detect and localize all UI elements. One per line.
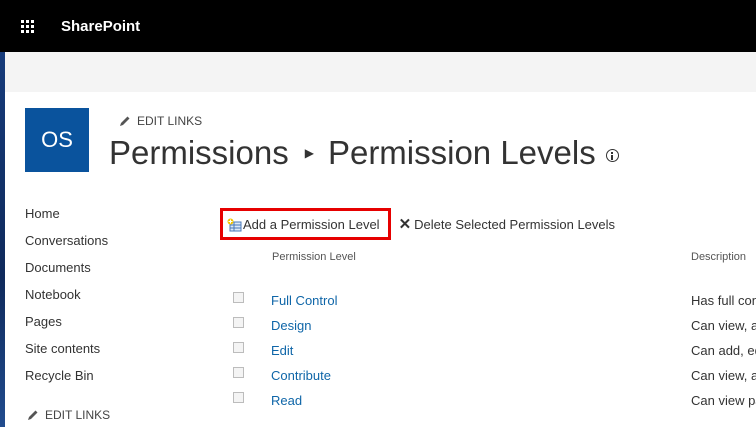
row-checkbox[interactable]: [233, 367, 244, 378]
left-navigation: Home Conversations Documents Notebook Pa…: [25, 206, 108, 395]
table-row: Edit Can add, edit: [233, 342, 756, 367]
waffle-icon[interactable]: [21, 20, 35, 34]
row-checkbox[interactable]: [233, 292, 244, 303]
nav-item-recycle-bin[interactable]: Recycle Bin: [25, 368, 108, 395]
row-checkbox[interactable]: [233, 342, 244, 353]
pencil-icon: [120, 116, 130, 126]
breadcrumb-permission-levels: Permission Levels: [327, 134, 596, 171]
permission-toolbar: Add a Permission Level ✕ Delete Selected…: [220, 208, 615, 240]
info-icon[interactable]: [605, 148, 619, 162]
page-content: OS EDIT LINKS Permissions ▶ Permission L…: [5, 92, 756, 427]
page-title: Permissions ▶ Permission Levels: [109, 134, 619, 172]
nav-item-home[interactable]: Home: [25, 206, 108, 233]
permission-level-link[interactable]: Read: [271, 393, 302, 408]
add-permission-level-label: Add a Permission Level: [243, 217, 380, 232]
permission-levels-table: Full Control Has full contr Design Can v…: [233, 292, 756, 417]
edit-links-label: EDIT LINKS: [137, 114, 203, 128]
pencil-icon: [28, 410, 38, 420]
permission-level-link[interactable]: Edit: [271, 343, 293, 358]
ribbon-bar: [5, 52, 756, 92]
table-row: Full Control Has full contr: [233, 292, 756, 317]
brand-name[interactable]: SharePoint: [61, 18, 140, 35]
row-checkbox[interactable]: [233, 392, 244, 403]
add-item-icon: [227, 218, 242, 231]
breadcrumb-separator-icon: ▶: [304, 146, 314, 160]
edit-links-bottom[interactable]: EDIT LINKS: [27, 408, 110, 422]
permission-description: Can view, add: [691, 368, 756, 383]
table-row: Read Can view pages: [233, 392, 756, 417]
permission-level-link[interactable]: Contribute: [271, 368, 331, 383]
delete-icon: ✕: [398, 216, 412, 233]
edit-links-label: EDIT LINKS: [45, 408, 111, 422]
suite-bar: SharePoint: [0, 0, 756, 52]
edit-links-top[interactable]: EDIT LINKS: [119, 114, 202, 128]
nav-item-conversations[interactable]: Conversations: [25, 233, 108, 260]
table-row: Contribute Can view, add: [233, 367, 756, 392]
permission-description: Can view, add: [691, 318, 756, 333]
permission-description: Can add, edit: [691, 343, 756, 358]
add-permission-level-button[interactable]: Add a Permission Level: [220, 208, 391, 240]
permission-description: Has full contr: [691, 293, 756, 308]
breadcrumb-permissions[interactable]: Permissions: [109, 134, 289, 172]
nav-item-pages[interactable]: Pages: [25, 314, 108, 341]
nav-item-site-contents[interactable]: Site contents: [25, 341, 108, 368]
table-row: Design Can view, add: [233, 317, 756, 342]
nav-item-notebook[interactable]: Notebook: [25, 287, 108, 314]
delete-permission-levels-label: Delete Selected Permission Levels: [414, 216, 616, 232]
column-header-description[interactable]: Description: [691, 251, 746, 263]
delete-permission-levels-button[interactable]: ✕ Delete Selected Permission Levels: [399, 215, 615, 233]
permission-level-link[interactable]: Design: [271, 318, 311, 333]
permission-level-link[interactable]: Full Control: [271, 293, 337, 308]
row-checkbox[interactable]: [233, 317, 244, 328]
column-header-permission-level[interactable]: Permission Level: [272, 251, 356, 263]
nav-item-documents[interactable]: Documents: [25, 260, 108, 287]
site-logo[interactable]: OS: [25, 108, 89, 172]
permission-description: Can view pages: [691, 393, 756, 408]
